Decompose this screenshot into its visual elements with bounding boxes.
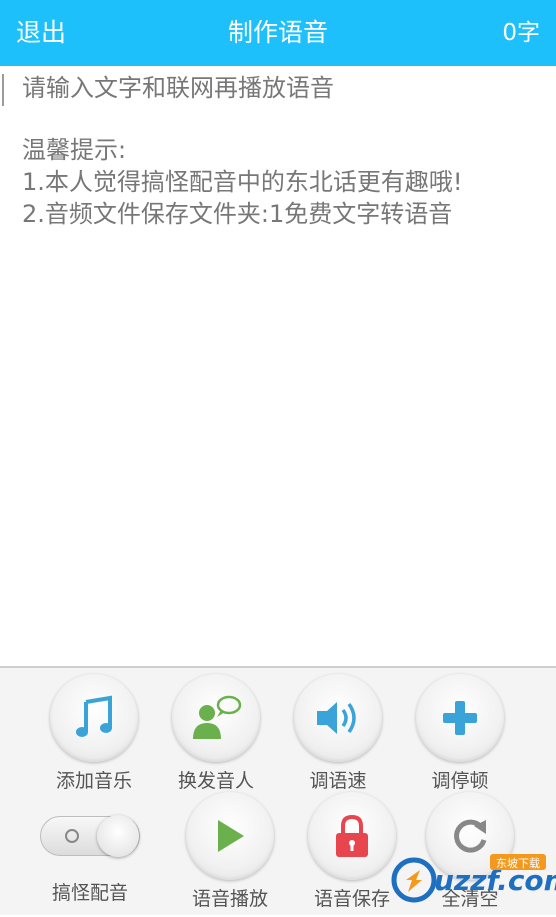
tip-line-2: 2.音频文件保存文件夹:1免费文字转语音 <box>22 200 453 228</box>
tips-block: 温馨提示: 1.本人觉得搞怪配音中的东北话更有趣哦! 2.音频文件保存文件夹:1… <box>22 134 463 230</box>
char-count: 0字 <box>502 20 540 46</box>
speech-rate-button[interactable]: 调语速 <box>278 674 398 794</box>
funny-voice-toggle-item[interactable]: 搞怪配音 <box>30 792 150 906</box>
input-placeholder: 请输入文字和联网再播放语音 <box>22 74 334 102</box>
text-cursor <box>2 74 4 106</box>
change-voice-button[interactable]: 换发音人 <box>156 674 276 794</box>
pause-adjust-button[interactable]: 调停顿 <box>400 674 520 794</box>
tips-heading: 温馨提示: <box>22 136 127 164</box>
plus-icon <box>443 701 477 735</box>
play-voice-button[interactable]: 语音播放 <box>170 792 290 912</box>
funny-voice-toggle[interactable] <box>40 815 140 857</box>
music-note-icon <box>76 695 112 737</box>
watermark-tag: 东坡下载 <box>496 857 540 870</box>
speaker-person-icon <box>193 695 242 739</box>
add-music-button[interactable]: 添加音乐 <box>34 674 154 794</box>
change-voice-label: 换发音人 <box>177 770 254 792</box>
pause-adjust-label: 调停顿 <box>431 770 489 792</box>
speech-rate-label: 调语速 <box>309 770 367 792</box>
funny-voice-label: 搞怪配音 <box>51 882 128 904</box>
volume-icon <box>317 702 356 734</box>
text-input-area[interactable]: 请输入文字和联网再播放语音 温馨提示: 1.本人觉得搞怪配音中的东北话更有趣哦!… <box>0 66 556 666</box>
add-music-label: 添加音乐 <box>55 770 132 792</box>
lock-icon <box>336 814 368 857</box>
play-icon <box>218 820 244 852</box>
toggle-knob <box>97 815 139 857</box>
page-title: 制作语音 <box>227 18 328 47</box>
play-voice-label: 语音播放 <box>191 888 268 910</box>
tip-line-1: 1.本人觉得搞怪配音中的东北话更有趣哦! <box>22 168 463 196</box>
uzzf-watermark-logo: uzzf.com 东坡下载 <box>390 846 556 913</box>
toggle-off-indicator <box>65 829 79 843</box>
title-bar: 退出 制作语音 0字 <box>0 0 556 66</box>
